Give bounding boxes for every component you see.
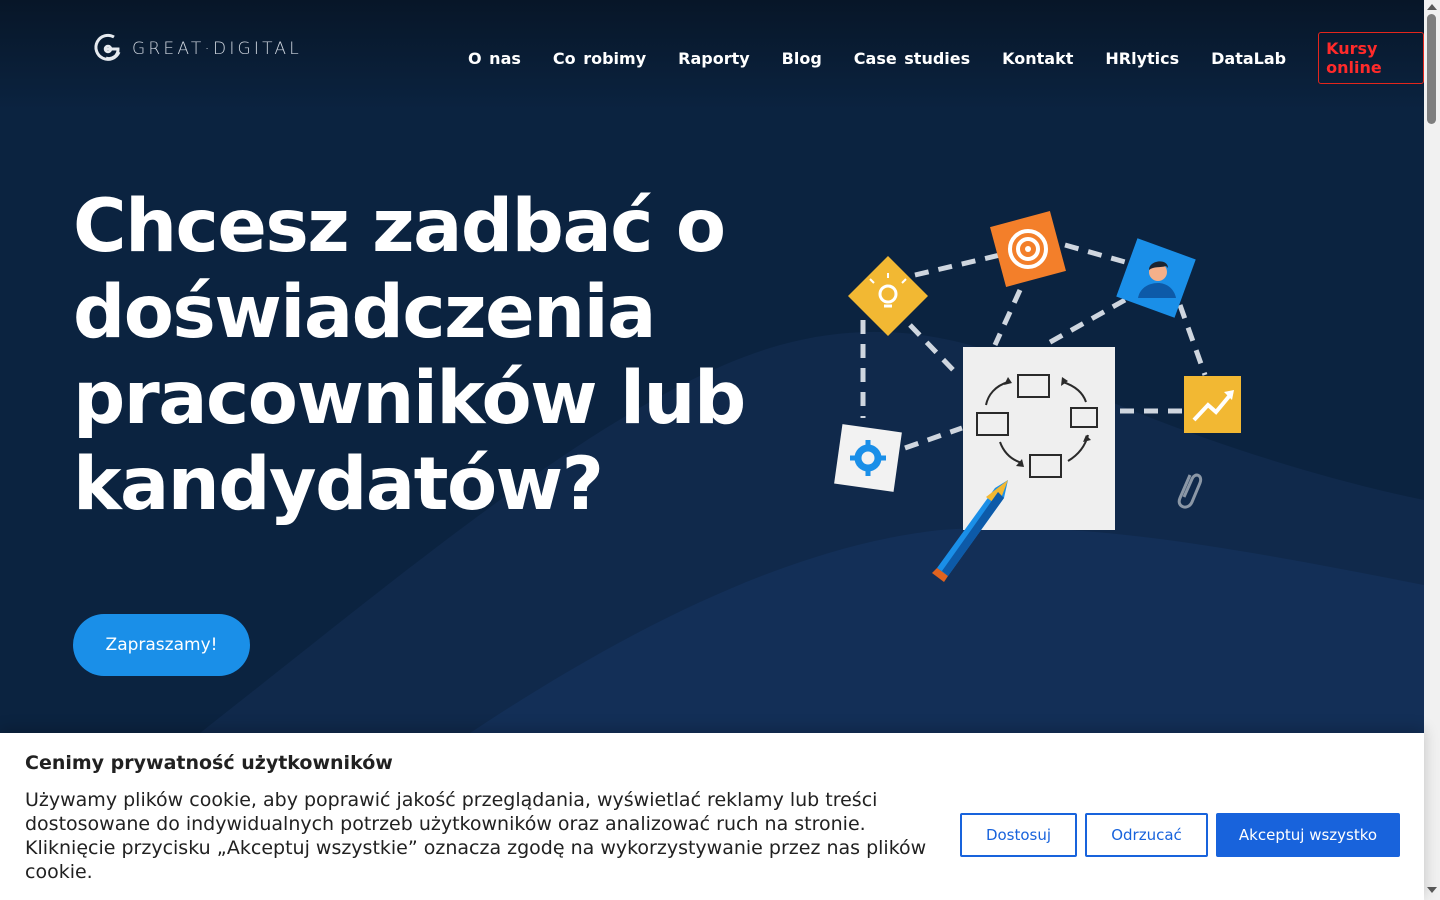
hero-headline-line: pracowników lub [73,356,746,441]
cookie-customize-button[interactable]: Dostosuj [960,813,1077,857]
nav-item-raporty[interactable]: Raporty [678,49,750,68]
gear-icon [834,424,902,492]
nav-item-blog[interactable]: Blog [782,49,822,68]
hero-headline: Chcesz zadbać o doświadczenia pracownikó… [73,184,793,528]
lightbulb-icon [848,256,928,336]
hero-headline-line: kandydatów? [73,442,604,527]
hero-illustration [834,211,1241,582]
site-header: GREAT·DIGITAL O nas Co robimy Raporty Bl… [0,0,1424,100]
page-scrollbar[interactable] [1424,0,1440,900]
cookie-reject-button[interactable]: Odrzucać [1085,813,1208,857]
main-nav: O nas Co robimy Raporty Blog Case studie… [452,32,1424,84]
scroll-thumb[interactable] [1427,14,1436,124]
logo[interactable]: GREAT·DIGITAL [92,32,302,66]
cookie-text: Używamy plików cookie, aby poprawić jako… [25,789,927,883]
scroll-down-arrow-icon[interactable] [1427,887,1437,893]
nav-item-kontakt[interactable]: Kontakt [1002,49,1073,68]
nav-item-hrlytics[interactable]: HRlytics [1105,49,1179,68]
nav-item-co-robimy[interactable]: Co robimy [553,49,646,68]
scroll-up-arrow-icon[interactable] [1427,4,1437,10]
nav-kursy-online-button[interactable]: Kursy online [1318,32,1424,84]
logo-mark-icon [94,33,121,61]
zapraszamy-button[interactable]: Zapraszamy! [73,614,250,676]
cookie-banner: Cenimy prywatność użytkowników Używamy p… [0,733,1424,900]
logo-text: GREAT·DIGITAL [132,39,302,59]
user-avatar-icon [1116,238,1196,318]
nav-item-o-nas[interactable]: O nas [468,49,521,68]
cookie-accept-all-button[interactable]: Akceptuj wszystko [1216,813,1400,857]
nav-item-case-studies[interactable]: Case studies [854,49,970,68]
cookie-title: Cenimy prywatność użytkowników [25,752,393,774]
hero-headline-line: Chcesz zadbać o [73,184,726,269]
nav-item-datalab[interactable]: DataLab [1211,49,1286,68]
hero-headline-line: doświadczenia [73,270,656,355]
target-icon [990,211,1066,287]
paperclip-icon [1177,473,1203,509]
growth-chart-icon [1184,376,1241,433]
